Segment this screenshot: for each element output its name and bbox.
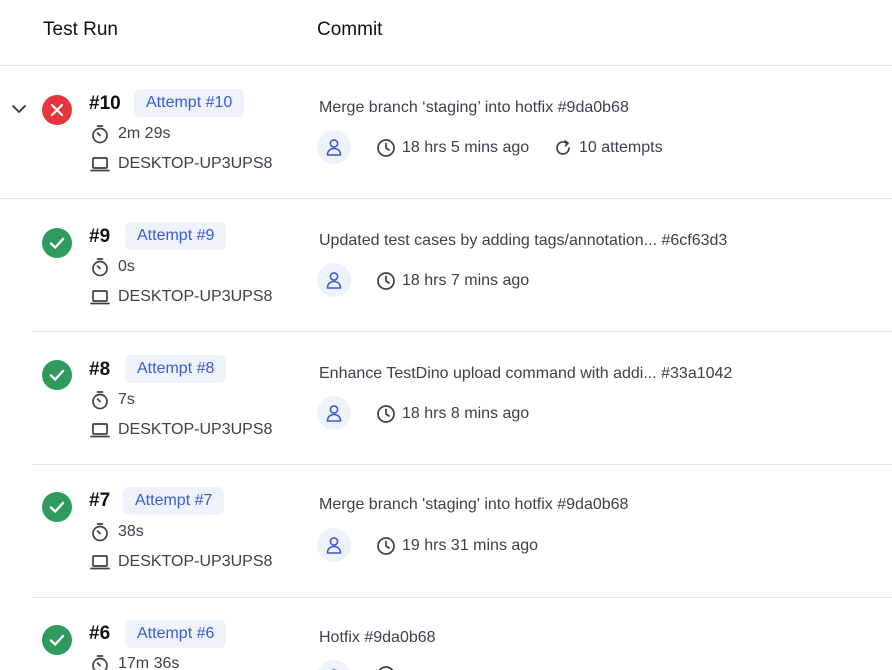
table-row[interactable]: #8 Attempt #8 7s DESKTOP-UP3UPS8 Enhance… — [0, 332, 892, 465]
user-icon — [326, 139, 342, 156]
x-circle-icon — [42, 95, 72, 125]
run-number[interactable]: #8 — [89, 359, 110, 381]
attempt-badge[interactable]: Attempt #6 — [125, 620, 227, 648]
table-row[interactable]: #6 Attempt #6 17m 36s Hotfix #9da0b68 — [0, 597, 892, 670]
laptop-icon — [90, 290, 110, 305]
commit-time: 18 hrs 8 mins ago — [376, 404, 529, 424]
run-duration: 2m 29s — [90, 124, 170, 144]
user-icon — [326, 537, 342, 554]
check-circle-icon — [42, 492, 72, 522]
stopwatch-icon — [92, 655, 108, 670]
user-icon — [326, 272, 342, 289]
attempts-count: 10 attempts — [553, 138, 663, 158]
laptop-icon — [90, 555, 110, 570]
table-row[interactable]: #10 Attempt #10 2m 29s DESKTOP-UP3UPS8 M… — [0, 66, 892, 199]
clock-icon — [377, 405, 395, 423]
table-row[interactable]: #9 Attempt #9 0s DESKTOP-UP3UPS8 Updated… — [0, 199, 892, 332]
laptop-icon — [90, 157, 110, 172]
clock-icon — [377, 537, 395, 555]
run-machine: DESKTOP-UP3UPS8 — [90, 552, 272, 572]
laptop-icon — [90, 423, 110, 438]
check-circle-icon — [42, 360, 72, 390]
run-number[interactable]: #7 — [89, 490, 110, 512]
run-number[interactable]: #6 — [89, 623, 110, 645]
run-machine: DESKTOP-UP3UPS8 — [90, 287, 272, 307]
avatar[interactable] — [317, 130, 351, 164]
commit-time: 19 hrs 31 mins ago — [376, 536, 538, 556]
column-header-commit: Commit — [317, 19, 383, 40]
run-machine: DESKTOP-UP3UPS8 — [90, 420, 272, 440]
commit-time: 18 hrs 5 mins ago — [376, 138, 529, 158]
run-duration: 0s — [90, 257, 135, 277]
stopwatch-icon — [92, 258, 108, 277]
run-duration: 7s — [90, 390, 135, 410]
clock-icon — [377, 139, 395, 157]
commit-message[interactable]: Updated test cases by adding tags/annota… — [319, 232, 727, 250]
table-header: Test Run Commit — [0, 0, 892, 66]
run-machine: DESKTOP-UP3UPS8 — [90, 154, 272, 174]
refresh-icon — [556, 140, 570, 155]
attempt-badge[interactable]: Attempt #9 — [125, 222, 227, 250]
check-circle-icon — [42, 228, 72, 258]
avatar[interactable] — [317, 396, 351, 430]
column-header-test-run: Test Run — [43, 19, 118, 40]
clock-icon — [377, 272, 395, 290]
commit-time — [376, 665, 402, 670]
stopwatch-icon — [92, 523, 108, 542]
commit-time: 18 hrs 7 mins ago — [376, 271, 529, 291]
chevron-down-icon[interactable] — [10, 100, 28, 118]
avatar[interactable] — [317, 660, 351, 670]
commit-message[interactable]: Hotfix #9da0b68 — [319, 629, 436, 647]
attempt-badge[interactable]: Attempt #8 — [125, 355, 227, 383]
user-icon — [326, 405, 342, 422]
commit-message[interactable]: Merge branch 'staging' into hotfix #9da0… — [319, 496, 628, 514]
avatar[interactable] — [317, 528, 351, 562]
commit-message[interactable]: Merge branch ‘staging’ into hotfix #9da0… — [319, 99, 629, 117]
avatar[interactable] — [317, 263, 351, 297]
run-duration: 17m 36s — [90, 654, 179, 670]
clock-icon — [378, 666, 394, 670]
run-number[interactable]: #10 — [89, 93, 121, 115]
table-row[interactable]: #7 Attempt #7 38s DESKTOP-UP3UPS8 Merge … — [0, 465, 892, 598]
stopwatch-icon — [92, 125, 108, 144]
attempt-badge[interactable]: Attempt #10 — [134, 89, 245, 117]
run-duration: 38s — [90, 522, 144, 542]
stopwatch-icon — [92, 391, 108, 410]
run-number[interactable]: #9 — [89, 226, 110, 248]
check-circle-icon — [42, 625, 72, 655]
commit-message[interactable]: Enhance TestDino upload command with add… — [319, 365, 732, 383]
attempt-badge[interactable]: Attempt #7 — [123, 487, 225, 515]
